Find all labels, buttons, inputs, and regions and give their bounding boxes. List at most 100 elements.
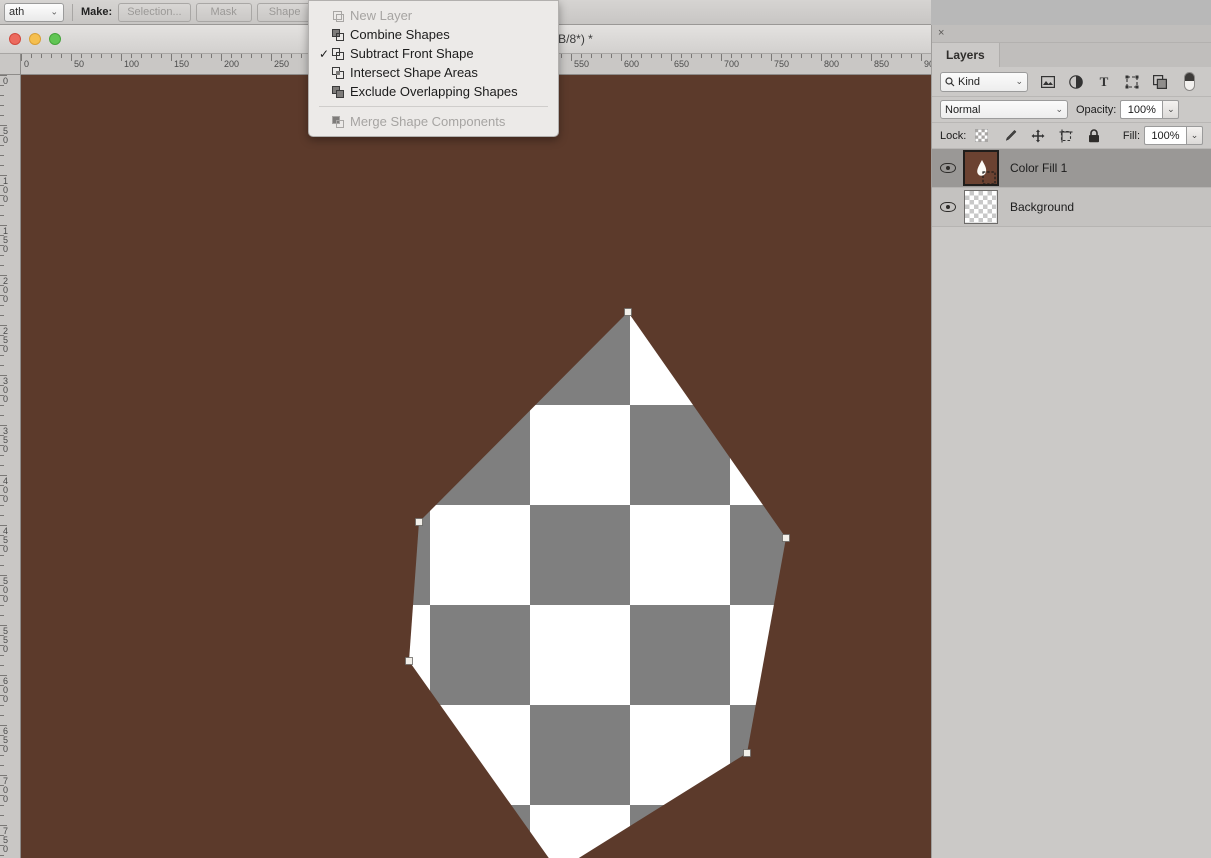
ruler-tick <box>671 54 672 61</box>
layers-panel: × Layers Kind ⌄ T Normal ⌄ Opacity: 100%… <box>931 25 1211 858</box>
path-anchor-point <box>415 518 423 526</box>
ruler-label: 300 <box>3 376 9 404</box>
ruler-tick <box>741 54 742 58</box>
ruler-tick <box>821 54 822 61</box>
filter-type-layers-icon[interactable]: T <box>1096 74 1111 89</box>
layer-thumbnail-group <box>963 150 999 186</box>
lock-label: Lock: <box>940 129 967 142</box>
ruler-tick <box>301 54 302 58</box>
path-mode-value: ath <box>9 6 25 18</box>
path-mode-select[interactable]: ath ⌄ <box>4 2 64 22</box>
ruler-tick <box>881 54 882 58</box>
ruler-tick <box>0 515 4 516</box>
panel-close-bar: × <box>932 25 1211 43</box>
make-shape-button[interactable]: Shape <box>256 2 313 22</box>
tab-layers[interactable]: Layers <box>932 43 1000 67</box>
ruler-tick <box>0 165 4 166</box>
ruler-tick <box>151 54 152 58</box>
ruler-label: 50 <box>3 126 9 145</box>
ruler-tick <box>0 555 4 556</box>
ruler-label: 400 <box>3 476 9 504</box>
lock-all-icon[interactable] <box>1086 128 1101 143</box>
ruler-tick <box>901 54 902 58</box>
lock-transparent-pixels-icon[interactable] <box>974 128 989 143</box>
ruler-tick <box>0 545 4 546</box>
opacity-label: Opacity: <box>1076 103 1117 116</box>
lock-image-pixels-icon[interactable] <box>1002 128 1017 143</box>
ruler-tick <box>161 54 162 58</box>
filter-enable-toggle[interactable] <box>1184 72 1195 91</box>
canvas-area[interactable] <box>21 75 931 858</box>
ruler-tick <box>0 245 4 246</box>
fill-input[interactable]: 100% <box>1144 126 1186 145</box>
ruler-tick <box>0 415 4 416</box>
filter-adjustment-layers-icon[interactable] <box>1068 74 1083 89</box>
blend-mode-select[interactable]: Normal ⌄ <box>940 100 1068 119</box>
menu-item-new-layer: New Layer <box>309 6 558 25</box>
menu-item-combine-shapes[interactable]: Combine Shapes <box>309 25 558 44</box>
path-operations-menu[interactable]: New Layer Combine Shapes ✓ Subtract Front S… <box>308 0 559 137</box>
ruler-tick <box>0 465 4 466</box>
ruler-tick <box>0 835 4 836</box>
filter-smart-objects-icon[interactable] <box>1152 74 1167 89</box>
ruler-tick <box>0 495 4 496</box>
ruler-tick <box>61 54 62 58</box>
lock-artboard-nesting-icon[interactable] <box>1058 128 1073 143</box>
ruler-tick <box>241 54 242 58</box>
ruler-label: 900 <box>924 59 931 69</box>
ruler-tick <box>791 54 792 58</box>
filter-icon-group: T <box>1040 72 1195 91</box>
menu-divider <box>319 106 548 107</box>
lock-position-icon[interactable] <box>1030 128 1045 143</box>
ruler-tick <box>231 54 232 58</box>
ruler-tick <box>291 54 292 58</box>
layer-row[interactable]: Background <box>932 188 1211 227</box>
ruler-tick <box>211 54 212 58</box>
ruler-tick <box>631 54 632 58</box>
menu-item-label: Subtract Front Shape <box>350 46 474 61</box>
ruler-label: 100 <box>3 176 9 204</box>
opacity-stepper[interactable]: ⌄ <box>1162 100 1180 119</box>
make-mask-button[interactable]: Mask <box>195 2 252 22</box>
ruler-tick <box>691 54 692 58</box>
ruler-tick <box>261 54 262 58</box>
ruler-tick <box>801 54 802 58</box>
layer-thumbnail[interactable] <box>964 190 998 224</box>
filter-shape-layers-icon[interactable] <box>1124 74 1139 89</box>
chevron-down-icon: ⌄ <box>1015 76 1023 86</box>
ruler-corner <box>0 54 21 75</box>
menu-item-intersect-shape-areas[interactable]: Intersect Shape Areas <box>309 63 558 82</box>
ruler-tick <box>0 755 4 756</box>
layer-visibility-toggle[interactable] <box>932 163 964 173</box>
toolbar-divider <box>72 3 73 21</box>
opacity-input[interactable]: 100% <box>1120 100 1163 119</box>
ruler-tick <box>0 205 4 206</box>
layer-row[interactable]: Color Fill 1 <box>932 149 1211 188</box>
close-icon[interactable]: × <box>938 28 944 39</box>
ruler-tick <box>0 315 4 316</box>
eye-icon <box>940 163 956 173</box>
ruler-tick <box>0 565 4 566</box>
ruler-tick <box>561 54 562 58</box>
layer-thumbnail[interactable] <box>963 150 999 186</box>
layer-name-label: Background <box>1010 200 1075 214</box>
ruler-tick <box>251 54 252 58</box>
path-anchor-point <box>743 749 751 757</box>
ruler-label: 50 <box>74 59 85 69</box>
ruler-tick <box>21 54 22 61</box>
ruler-label: 150 <box>3 226 9 254</box>
layer-visibility-toggle[interactable] <box>932 202 964 212</box>
menu-item-label: New Layer <box>350 8 413 23</box>
menu-item-subtract-front-shape[interactable]: ✓ Subtract Front Shape <box>309 44 558 63</box>
ruler-tick <box>0 535 4 536</box>
filter-pixel-layers-icon[interactable] <box>1040 74 1055 89</box>
ruler-tick <box>0 335 4 336</box>
path-anchor-point <box>405 657 413 665</box>
ruler-tick <box>0 145 4 146</box>
fill-stepper[interactable]: ⌄ <box>1186 126 1203 145</box>
ruler-tick <box>0 285 4 286</box>
make-selection-button[interactable]: Selection... <box>118 2 191 22</box>
filter-kind-select[interactable]: Kind ⌄ <box>940 71 1028 92</box>
vertical-ruler[interactable]: 0 50 100 150 200 250 300 350 400 450 500 550 600 650 7… <box>0 75 21 858</box>
menu-item-exclude-overlapping-shapes[interactable]: Exclude Overlapping Shapes <box>309 82 558 101</box>
